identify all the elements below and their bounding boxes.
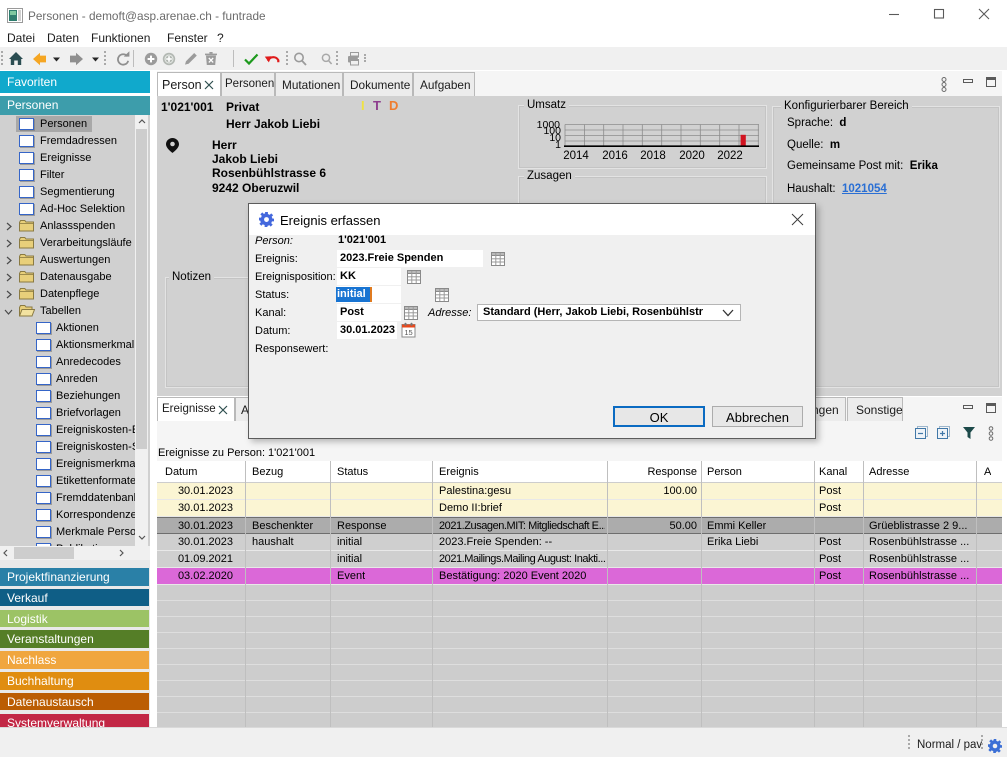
svg-text:1: 1 [555, 139, 561, 151]
svg-text:15: 15 [404, 328, 412, 337]
svg-text:2016: 2016 [602, 150, 628, 162]
svg-text:2020: 2020 [679, 150, 705, 162]
svg-text:2018: 2018 [640, 150, 666, 162]
svg-text:2022: 2022 [717, 150, 743, 162]
svg-text:2014: 2014 [563, 150, 589, 162]
